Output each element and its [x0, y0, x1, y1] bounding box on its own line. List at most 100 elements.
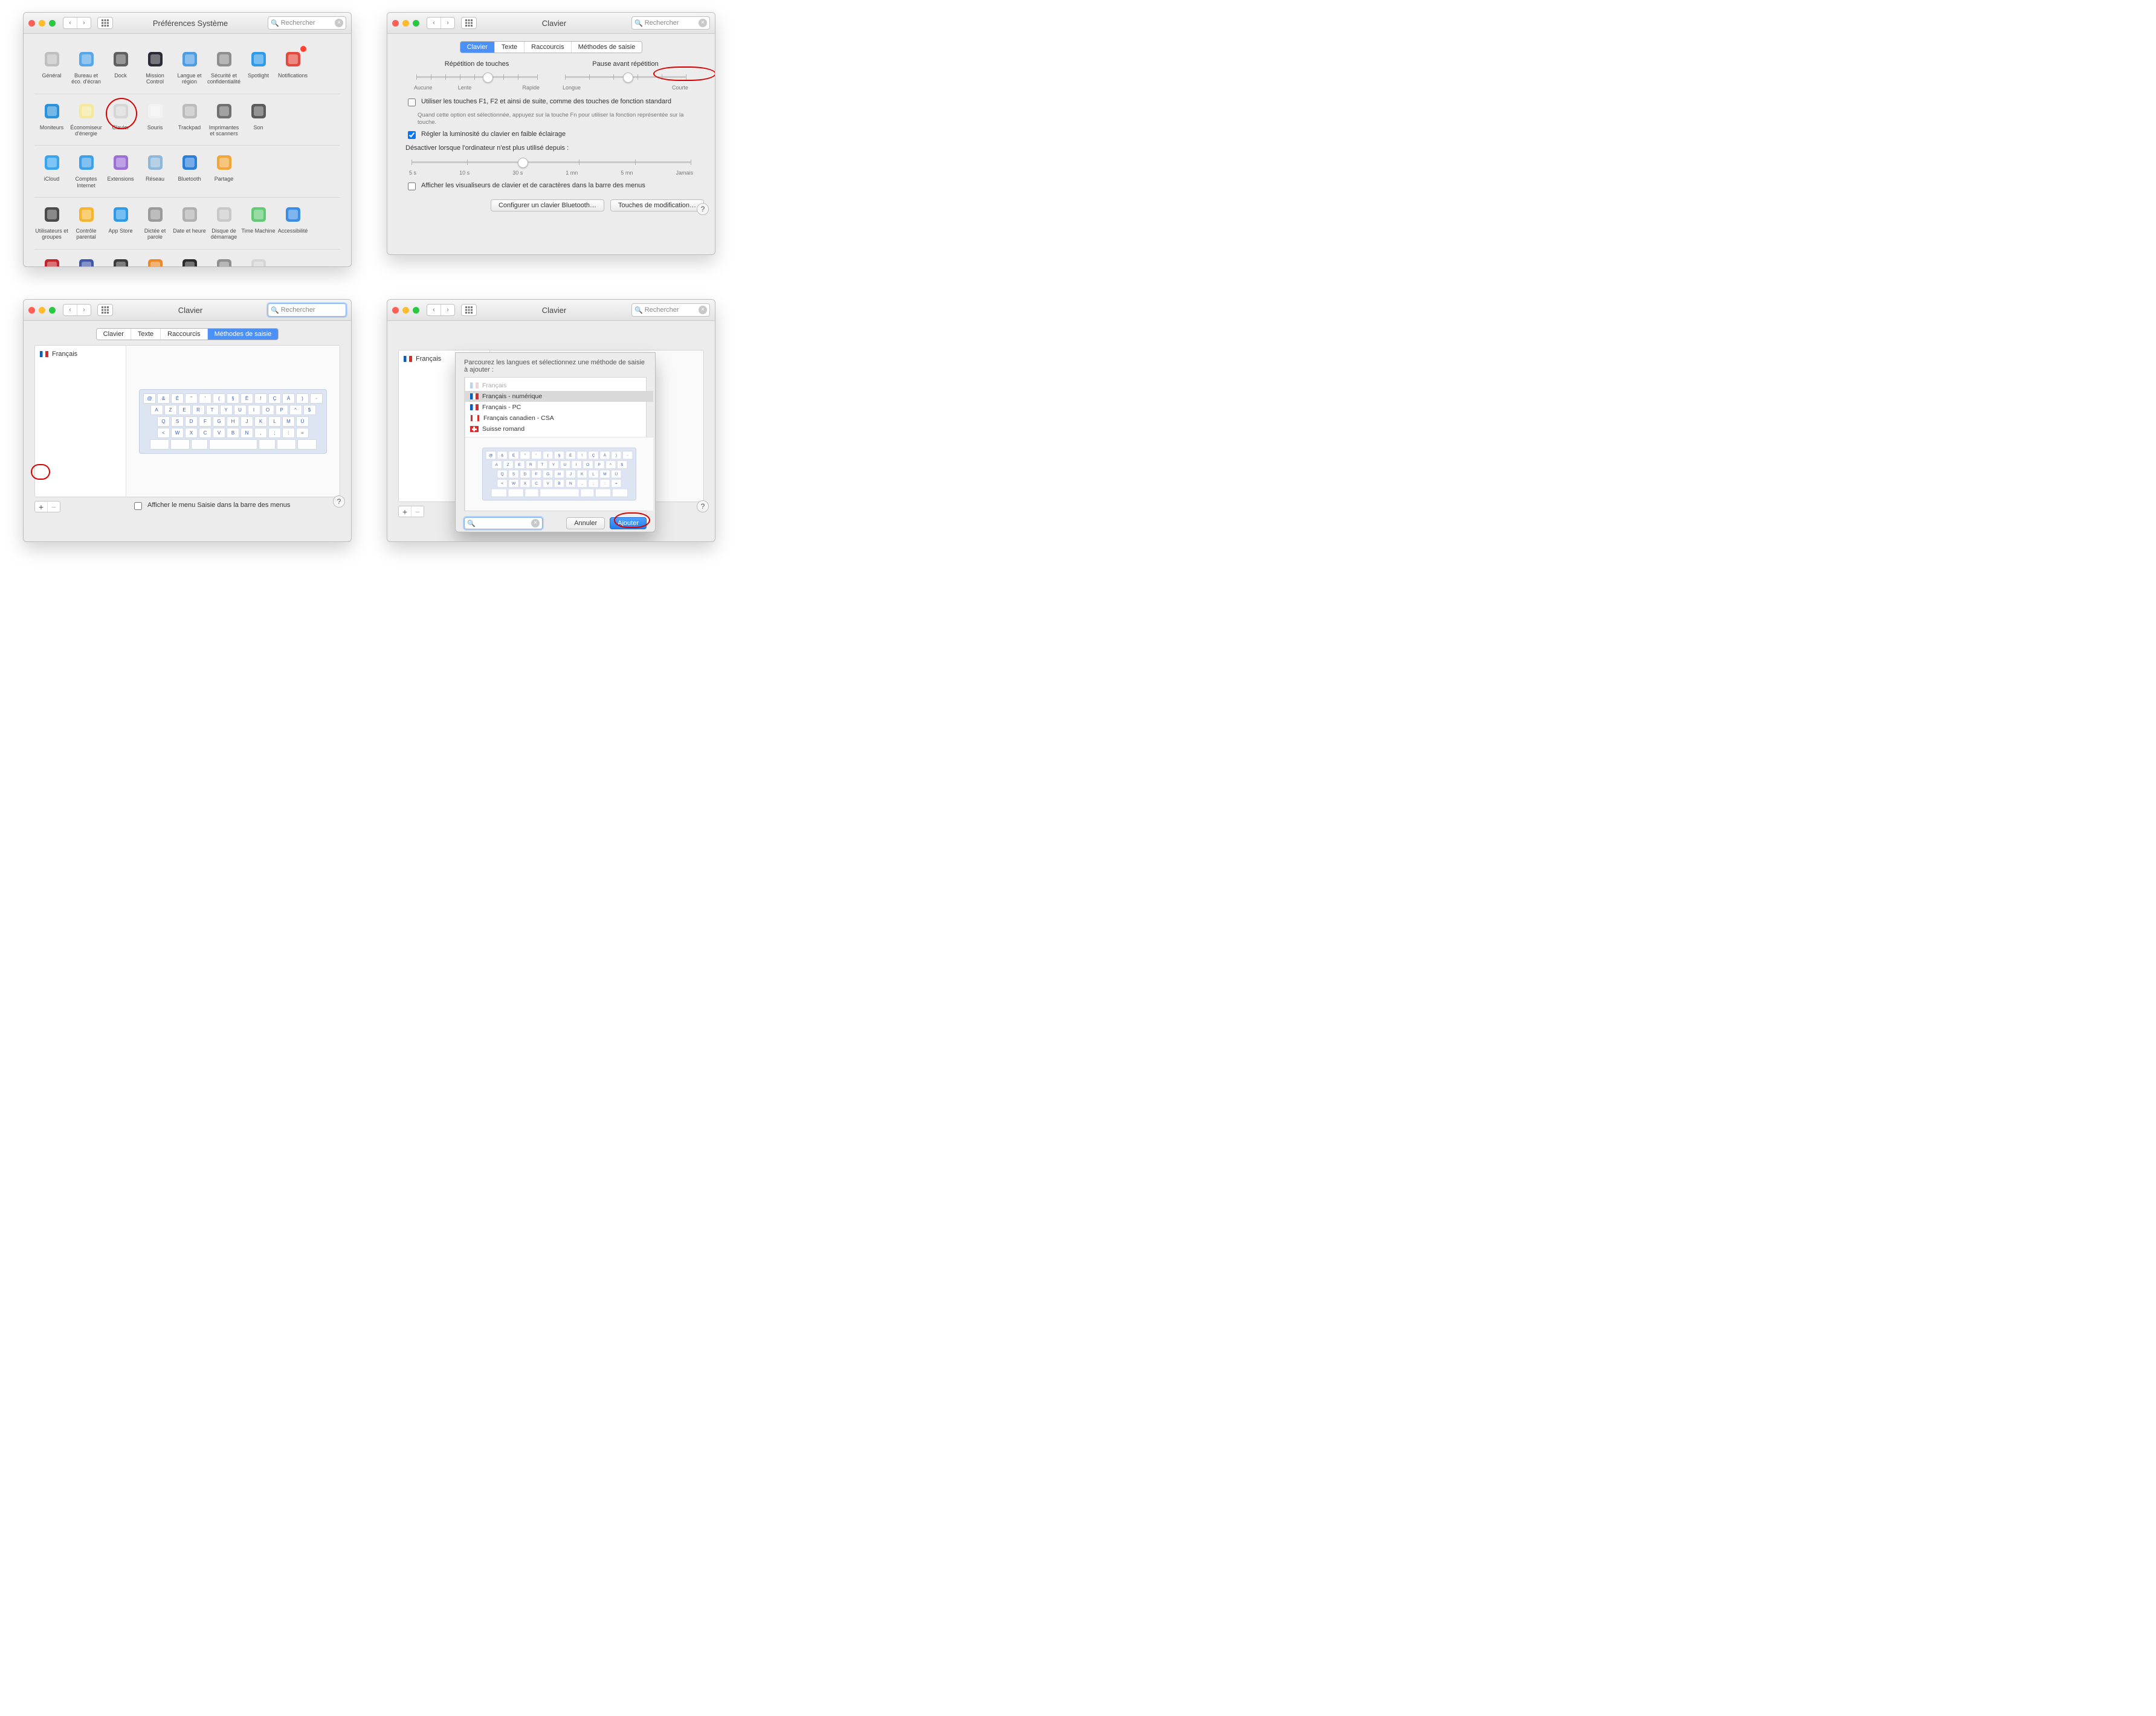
pref-item[interactable]: Spotlight [241, 48, 276, 85]
pref-item[interactable]: Comptes Internet [69, 152, 103, 189]
source-item[interactable]: Français [35, 348, 126, 360]
pref-item[interactable]: Général [34, 48, 69, 85]
search-field[interactable]: 🔍 Rechercher × [268, 16, 346, 30]
variant-item[interactable]: Français canadien - CSA [465, 413, 653, 424]
remove-button[interactable]: − [411, 506, 424, 517]
tab[interactable]: Méthodes de saisie [571, 42, 642, 53]
minimize-icon[interactable] [402, 307, 409, 314]
pref-item[interactable]: Flash Player [34, 256, 69, 267]
pref-item[interactable]: Bureau et éco. d'écran [69, 48, 103, 85]
forward-icon[interactable]: › [77, 18, 91, 28]
nav-buttons[interactable]: ‹› [427, 304, 455, 316]
pref-item[interactable]: GoPro [103, 256, 138, 267]
fn-keys-checkbox[interactable]: Utiliser les touches F1, F2 et ainsi de … [405, 98, 697, 108]
close-icon[interactable] [28, 307, 35, 314]
pref-item[interactable]: Xbox 36…ntrollers [241, 256, 276, 267]
bluetooth-keyboard-button[interactable]: Configurer un clavier Bluetooth… [491, 199, 604, 211]
tab[interactable]: Raccourcis [160, 329, 207, 340]
clear-icon[interactable]: × [335, 19, 343, 27]
pref-item[interactable]: Java [138, 256, 172, 267]
tab[interactable]: Clavier [460, 42, 494, 53]
pref-item[interactable]: Contrôle parental [69, 204, 103, 240]
minimize-icon[interactable] [39, 20, 45, 27]
close-icon[interactable] [392, 307, 399, 314]
cancel-button[interactable]: Annuler [566, 517, 605, 529]
sheet-search-field[interactable]: 🔍× [464, 517, 543, 529]
pref-item[interactable]: Souris [138, 100, 172, 137]
help-button[interactable]: ? [697, 500, 709, 512]
pref-item[interactable]: iCloud [34, 152, 69, 189]
pref-item[interactable]: App Store [103, 204, 138, 240]
minimize-icon[interactable] [402, 20, 409, 27]
key-repeat-slider[interactable] [416, 70, 537, 83]
close-icon[interactable] [28, 20, 35, 27]
tab[interactable]: Texte [494, 42, 524, 53]
pref-item[interactable]: Économiseur d'énergie [69, 100, 103, 137]
remove-button[interactable]: − [47, 502, 60, 512]
nav-buttons[interactable]: ‹› [63, 304, 91, 316]
pref-item[interactable]: Réseau [138, 152, 172, 189]
pref-item[interactable]: Sécurité et confidentialité [207, 48, 241, 85]
show-viewers-checkbox[interactable]: Afficher les visualiseurs de clavier et … [405, 182, 697, 192]
help-button[interactable]: ? [333, 495, 345, 508]
pref-item[interactable]: Mission Control [138, 48, 172, 85]
pref-item[interactable]: Date et heure [172, 204, 207, 240]
clear-icon[interactable]: × [699, 19, 707, 27]
zoom-icon[interactable] [49, 307, 56, 314]
tab[interactable]: Texte [131, 329, 160, 340]
search-field[interactable]: 🔍Rechercher× [631, 303, 710, 317]
nav-buttons[interactable]: ‹ › [63, 17, 91, 29]
search-field[interactable]: 🔍Rechercher× [631, 16, 710, 30]
back-icon[interactable]: ‹ [427, 18, 441, 28]
tabs[interactable]: ClavierTexteRaccourcisMéthodes de saisie [96, 328, 279, 340]
add-remove-control[interactable]: +− [34, 501, 60, 512]
search-field[interactable]: 🔍Rechercher [268, 303, 346, 317]
pref-item[interactable]: FUSE for OS X [69, 256, 103, 267]
clear-icon[interactable]: × [531, 519, 540, 527]
pref-item[interactable]: Disque de démarrage [207, 204, 241, 240]
pref-item[interactable]: Accessibilité [276, 204, 310, 240]
zoom-icon[interactable] [413, 307, 419, 314]
tab[interactable]: Clavier [97, 329, 131, 340]
modifier-keys-button[interactable]: Touches de modification… [610, 199, 704, 211]
minimize-icon[interactable] [39, 307, 45, 314]
pref-item[interactable]: Clavier [103, 100, 138, 137]
pref-item[interactable]: Utilisateurs et groupes [34, 204, 69, 240]
pref-item[interactable]: Time Machine [241, 204, 276, 240]
zoom-icon[interactable] [413, 20, 419, 27]
show-all-button[interactable] [461, 17, 477, 29]
pref-item[interactable]: Control Center [172, 256, 207, 267]
pref-item[interactable]: Dictée et parole [138, 204, 172, 240]
pref-item[interactable]: Bluetooth [172, 152, 207, 189]
zoom-icon[interactable] [49, 20, 56, 27]
close-icon[interactable] [392, 20, 399, 27]
pref-item[interactable]: Extensions [103, 152, 138, 189]
add-remove-control[interactable]: +− [398, 506, 424, 517]
variant-item[interactable]: Français - numérique [465, 391, 653, 402]
variant-item[interactable]: Suisse romand [465, 424, 653, 434]
pref-item[interactable]: Imprimantes et scanners [207, 100, 241, 137]
show-all-button[interactable] [97, 304, 113, 316]
show-all-button[interactable] [461, 304, 477, 316]
pref-item[interactable]: Moniteurs [34, 100, 69, 137]
forward-icon[interactable]: › [441, 18, 454, 28]
auto-off-slider[interactable] [412, 155, 691, 169]
pref-item[interactable]: Dock [103, 48, 138, 85]
nav-buttons[interactable]: ‹› [427, 17, 455, 29]
help-button[interactable]: ? [697, 203, 709, 215]
pref-item[interactable]: Notifications [276, 48, 310, 85]
pref-item[interactable]: Langue et région [172, 48, 207, 85]
pref-item[interactable]: SmoothMouse [207, 256, 241, 267]
clear-icon[interactable]: × [699, 306, 707, 314]
variant-item[interactable]: Français [465, 380, 653, 391]
tab[interactable]: Raccourcis [524, 42, 570, 53]
add-button[interactable]: + [399, 506, 411, 517]
pref-item[interactable]: Trackpad [172, 100, 207, 137]
show-input-menu-checkbox[interactable]: Afficher le menu Saisie dans la barre de… [132, 502, 290, 512]
show-all-button[interactable] [97, 17, 113, 29]
pref-item[interactable]: Partage [207, 152, 241, 189]
add-button[interactable]: + [35, 502, 47, 512]
variant-list[interactable]: FrançaisFrançais - numériqueFrançais - P… [465, 378, 653, 437]
variant-item[interactable]: Français - PC [465, 402, 653, 413]
pref-item[interactable]: Son [241, 100, 276, 137]
